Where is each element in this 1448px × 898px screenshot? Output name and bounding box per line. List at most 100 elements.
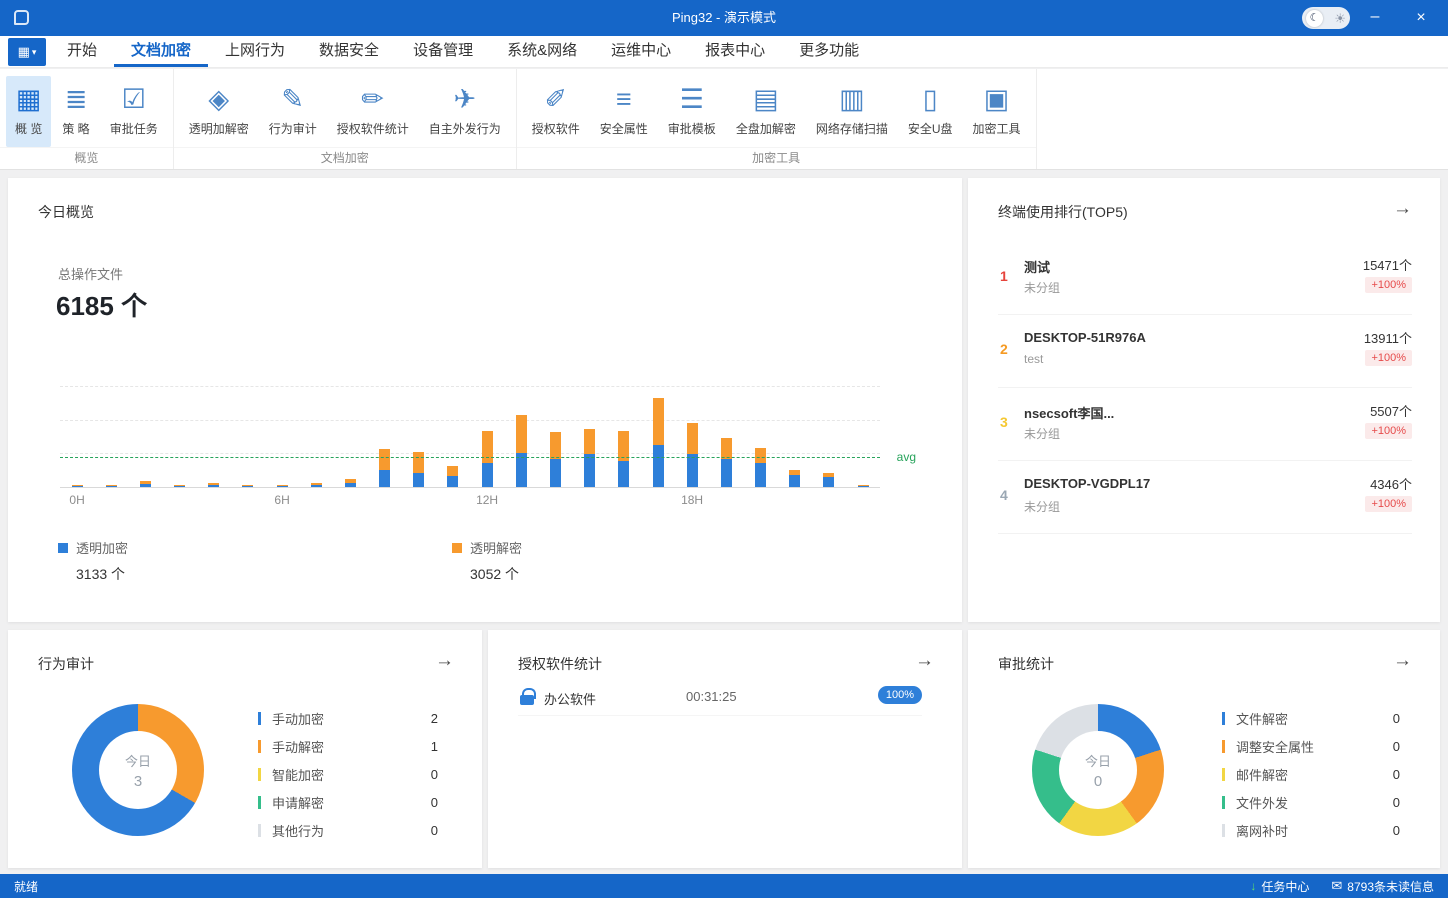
stacked-bar [549, 432, 561, 487]
ribbon-button-approval-tasks[interactable]: ☑ 审批任务 [101, 76, 167, 147]
bar-slot [778, 470, 812, 487]
x-axis-tick: 6H [274, 493, 290, 507]
bar-slot [197, 483, 231, 487]
trend-badge: +100% [1365, 350, 1412, 366]
top5-more-arrow[interactable]: → [1393, 198, 1412, 220]
policy-sliders-icon: ≣ [64, 84, 88, 114]
x-axis-tick: 12H [476, 493, 499, 507]
list-item: 离网补时 0 [1222, 816, 1400, 844]
approval-donut: 今日 0 [1032, 704, 1164, 836]
list-item: 文件解密 0 [1222, 704, 1400, 732]
rank-number: 3 [1000, 414, 1008, 430]
table-row[interactable]: 4 DESKTOP-VGDPL17 未分组 4346个 +100% [998, 461, 1412, 534]
list-item: 办公软件 00:31:25 100% [518, 682, 922, 716]
ribbon-button-security-attributes[interactable]: ≡ 安全属性 [591, 76, 657, 147]
tab-ops-center[interactable]: 运维中心 [594, 36, 688, 67]
terminal-top5-card: 终端使用排行(TOP5) → 1 测试 未分组 15471个 +100% 2 D… [968, 178, 1440, 622]
ribbon-button-overview[interactable]: ▦ 概 览 [6, 76, 52, 147]
legend-color-bar [1222, 739, 1225, 753]
legend-color-bar [258, 711, 261, 725]
audit-pencil-icon: ✎ [281, 84, 305, 114]
tab-system-network[interactable]: 系统&网络 [490, 36, 594, 67]
card-title: 终端使用排行(TOP5) [998, 204, 1128, 220]
ribbon-button-authorized-software[interactable]: ✐ 授权软件 [523, 76, 589, 147]
ribbon-group-label: 文档加密 [173, 147, 516, 169]
pencil-ruler-icon: ✏ [361, 84, 385, 114]
stacked-bar [720, 438, 732, 487]
tab-web-behavior[interactable]: 上网行为 [208, 36, 302, 67]
list-item: 申请解密 0 [258, 788, 438, 816]
close-button[interactable]: × [1404, 0, 1438, 36]
ribbon-button-full-disk-codec[interactable]: ▤ 全盘加解密 [727, 76, 805, 147]
ribbon: ▦ 概 览 ≣ 策 略 ☑ 审批任务 概览 ◈ 透明加解密 ✎ 行为审计 ✏ 授… [0, 69, 1448, 170]
tab-doc-encryption[interactable]: 文档加密 [114, 36, 209, 67]
stacked-bar [447, 466, 459, 487]
paper-plane-icon: ✈ [453, 84, 477, 114]
download-icon: ↓ [1250, 879, 1257, 893]
ribbon-button-policy[interactable]: ≣ 策 略 [53, 76, 98, 147]
tab-report-center[interactable]: 报表中心 [688, 36, 782, 67]
legend-color-bar [1222, 795, 1225, 809]
ribbon-button-network-storage-scan[interactable]: ▥ 网络存储扫描 [807, 76, 897, 147]
table-row[interactable]: 2 DESKTOP-51R976A test 13911个 +100% [998, 315, 1412, 388]
ribbon-group-label: 加密工具 [516, 147, 1036, 169]
minimize-button[interactable]: – [1358, 0, 1392, 36]
behavior-more-arrow[interactable]: → [435, 650, 454, 672]
list-item: 手动解密 1 [258, 732, 438, 760]
app-menu-grid-icon: ▦ [17, 44, 30, 59]
bar-slot [231, 485, 265, 487]
bar-slot [163, 484, 197, 487]
tab-more[interactable]: 更多功能 [782, 36, 876, 67]
security-sliders-icon: ≡ [615, 84, 632, 114]
ribbon-button-transparent-codec[interactable]: ◈ 透明加解密 [180, 76, 258, 147]
stacked-bar [276, 484, 288, 487]
overview-grid-icon: ▦ [15, 84, 42, 114]
rank-number: 4 [1000, 487, 1008, 503]
terminal-group: 未分组 [1024, 281, 1061, 295]
legend-color-bar [258, 823, 261, 837]
behavior-audit-card: 行为审计 → 今日 3 手动加密 2 手动解密 1 智能加密 0 申请解密 0 … [8, 630, 482, 868]
rank-number: 1 [1000, 268, 1008, 284]
table-row[interactable]: 3 nsecsoft李国... 未分组 5507个 +100% [998, 388, 1412, 461]
tab-data-security[interactable]: 数据安全 [302, 36, 396, 67]
tab-device-mgmt[interactable]: 设备管理 [396, 36, 490, 67]
stacked-bar [105, 484, 117, 487]
chevron-down-icon: ▾ [31, 46, 37, 57]
ribbon-button-approval-template[interactable]: ☰ 审批模板 [659, 76, 725, 147]
bar-slot [538, 432, 572, 487]
software-more-arrow[interactable]: → [915, 650, 934, 672]
app-menu-button[interactable]: ▦ ▾ [8, 38, 46, 66]
ribbon-group-overview: ▦ 概 览 ≣ 策 略 ☑ 审批任务 概览 [0, 69, 174, 169]
stacked-bar [686, 423, 698, 487]
card-title: 授权软件统计 [518, 656, 602, 672]
terminal-count: 5507个 [1370, 404, 1412, 419]
ribbon-button-authorized-software-stats[interactable]: ✏ 授权软件统计 [328, 76, 418, 147]
status-ready: 就绪 [14, 879, 39, 894]
stacked-bar [71, 485, 83, 487]
list-item: 文件外发 0 [1222, 788, 1400, 816]
moon-icon: ☾ [1306, 9, 1323, 27]
tab-start[interactable]: 开始 [50, 36, 114, 67]
ssd-icon: ▤ [753, 84, 779, 114]
list-item: 调整安全属性 0 [1222, 732, 1400, 760]
ribbon-button-secure-usb[interactable]: ▯ 安全U盘 [899, 76, 962, 147]
x-axis-tick: 0H [69, 493, 85, 507]
card-title: 审批统计 [998, 656, 1054, 672]
ribbon-button-encryption-tools[interactable]: ▣ 加密工具 [964, 76, 1030, 147]
behavior-donut: 今日 3 [72, 704, 204, 836]
approval-more-arrow[interactable]: → [1393, 650, 1412, 672]
donut-center-label: 今日 [1084, 753, 1111, 769]
theme-toggle[interactable]: ☾ ☀ [1302, 7, 1350, 29]
table-row[interactable]: 1 测试 未分组 15471个 +100% [998, 242, 1412, 315]
authorized-software-icon: ✐ [544, 84, 568, 114]
task-center-button[interactable]: ↓ 任务中心 [1250, 878, 1309, 895]
unread-messages-button[interactable]: ✉ 8793条未读信息 [1331, 878, 1434, 895]
bar-slot [812, 473, 846, 487]
legend-color-bar [1222, 767, 1225, 781]
usb-drive-icon: ▯ [922, 84, 938, 114]
ribbon-button-self-outgoing[interactable]: ✈ 自主外发行为 [420, 76, 510, 147]
window-title: Ping32 - 演示模式 [671, 10, 777, 25]
approval-legend: 文件解密 0 调整安全属性 0 邮件解密 0 文件外发 0 离网补时 0 [1222, 704, 1400, 844]
donut-center-value: 3 [133, 772, 143, 790]
ribbon-button-behavior-audit[interactable]: ✎ 行为审计 [260, 76, 326, 147]
